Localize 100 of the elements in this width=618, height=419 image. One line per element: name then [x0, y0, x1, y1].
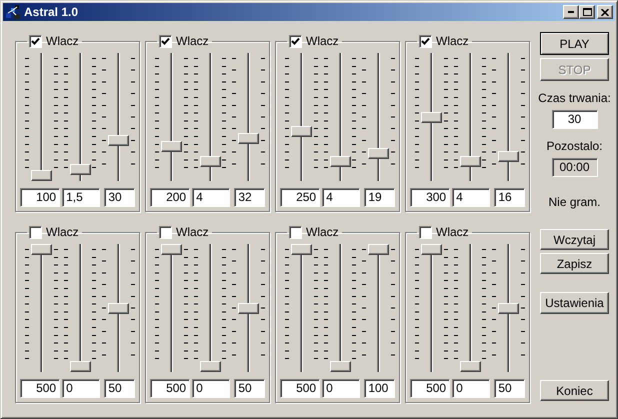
- input-field[interactable]: 100: [20, 188, 60, 207]
- settings-button[interactable]: Ustawienia: [540, 292, 609, 314]
- checkbox-label[interactable]: Wlacz: [46, 34, 79, 48]
- checkbox[interactable]: [159, 226, 172, 238]
- input-field[interactable]: 0: [322, 379, 360, 398]
- slider-thumb[interactable]: [498, 151, 520, 162]
- playback-button[interactable]: PLAY: [540, 32, 609, 55]
- file-button[interactable]: Zapisz: [540, 253, 609, 274]
- slider-thumb[interactable]: [238, 302, 260, 314]
- input-field[interactable]: 4: [322, 188, 360, 207]
- vertical-slider[interactable]: [25, 244, 58, 372]
- checkbox[interactable]: [289, 226, 302, 238]
- maximize-button[interactable]: [579, 5, 595, 19]
- vertical-slider[interactable]: [492, 53, 526, 181]
- slider-thumb[interactable]: [330, 156, 350, 167]
- file-button[interactable]: Wczytaj: [540, 229, 609, 250]
- duration-field[interactable]: 30: [552, 110, 598, 129]
- checkbox-label[interactable]: Wlacz: [306, 225, 339, 239]
- slider-thumb[interactable]: [498, 302, 520, 314]
- input-field[interactable]: 500: [150, 379, 190, 398]
- vertical-slider[interactable]: [324, 53, 356, 181]
- vertical-slider[interactable]: [285, 53, 318, 181]
- remaining-label: Pozostalo:: [546, 139, 603, 153]
- input-field[interactable]: 250: [280, 188, 320, 207]
- input-field[interactable]: 30: [104, 188, 135, 207]
- vertical-slider[interactable]: [102, 244, 136, 372]
- input-field[interactable]: 4: [452, 188, 490, 207]
- input-field[interactable]: 4: [192, 188, 230, 207]
- minimize-icon: [568, 11, 574, 13]
- input-field[interactable]: 50: [234, 379, 265, 398]
- slider-thumb[interactable]: [70, 361, 90, 372]
- checkbox[interactable]: [419, 226, 432, 238]
- input-field[interactable]: 500: [280, 379, 320, 398]
- checkbox-label[interactable]: Wlacz: [436, 225, 469, 239]
- slider-thumb[interactable]: [290, 244, 312, 255]
- vertical-slider[interactable]: [454, 53, 486, 181]
- vertical-slider[interactable]: [324, 244, 356, 372]
- input-field[interactable]: 0: [192, 379, 230, 398]
- vertical-slider[interactable]: [155, 244, 188, 372]
- vertical-slider[interactable]: [415, 53, 448, 181]
- checkbox[interactable]: [289, 34, 302, 48]
- slider-thumb[interactable]: [160, 244, 182, 255]
- slider-thumb[interactable]: [238, 132, 260, 144]
- input-field[interactable]: 300: [410, 188, 450, 207]
- vertical-slider[interactable]: [454, 244, 486, 372]
- checkbox[interactable]: [159, 34, 172, 48]
- checkbox-label[interactable]: Wlacz: [176, 225, 209, 239]
- input-field[interactable]: 1,5: [62, 188, 100, 207]
- slider-thumb[interactable]: [290, 126, 312, 138]
- vertical-slider[interactable]: [362, 244, 396, 372]
- checkbox-label[interactable]: Wlacz: [46, 225, 79, 239]
- slider-thumb[interactable]: [420, 112, 442, 122]
- vertical-slider[interactable]: [194, 244, 226, 372]
- slider-thumb[interactable]: [200, 156, 220, 167]
- slider-thumb[interactable]: [420, 244, 442, 255]
- minimize-button[interactable]: [563, 5, 579, 19]
- checkbox-label[interactable]: Wlacz: [436, 34, 469, 48]
- vertical-slider[interactable]: [362, 53, 396, 181]
- slider-thumb[interactable]: [330, 361, 350, 372]
- slider-thumb[interactable]: [460, 156, 480, 167]
- input-field[interactable]: 0: [62, 379, 100, 398]
- app-icon: [5, 4, 21, 20]
- vertical-slider[interactable]: [232, 53, 266, 181]
- input-field[interactable]: 500: [20, 379, 60, 398]
- slider-thumb[interactable]: [160, 140, 182, 152]
- input-field[interactable]: 50: [104, 379, 135, 398]
- input-field[interactable]: 19: [364, 188, 395, 207]
- checkbox[interactable]: [419, 34, 432, 48]
- slider-thumb[interactable]: [108, 302, 130, 314]
- vertical-slider[interactable]: [285, 244, 318, 372]
- checkbox-label[interactable]: Wlacz: [176, 34, 209, 48]
- vertical-slider[interactable]: [492, 244, 526, 372]
- vertical-slider[interactable]: [415, 244, 448, 372]
- slider-thumb[interactable]: [108, 134, 130, 146]
- checkbox[interactable]: [29, 34, 42, 48]
- checkbox[interactable]: [29, 226, 42, 238]
- vertical-slider[interactable]: [25, 53, 58, 181]
- input-field[interactable]: 0: [452, 379, 490, 398]
- slider-thumb[interactable]: [30, 170, 52, 181]
- slider-thumb[interactable]: [368, 148, 390, 159]
- vertical-slider[interactable]: [194, 53, 226, 181]
- close-button[interactable]: [597, 5, 613, 19]
- slider-thumb[interactable]: [368, 244, 390, 255]
- vertical-slider[interactable]: [155, 53, 188, 181]
- slider-thumb[interactable]: [460, 361, 480, 372]
- slider-thumb[interactable]: [200, 361, 220, 372]
- input-field[interactable]: 16: [494, 188, 525, 207]
- slider-thumb[interactable]: [30, 244, 52, 255]
- vertical-slider[interactable]: [64, 244, 96, 372]
- input-field[interactable]: 100: [364, 379, 395, 398]
- input-field[interactable]: 200: [150, 188, 190, 207]
- slider-thumb[interactable]: [70, 164, 90, 176]
- vertical-slider[interactable]: [64, 53, 96, 181]
- exit-button[interactable]: Koniec: [540, 380, 609, 401]
- vertical-slider[interactable]: [232, 244, 266, 372]
- vertical-slider[interactable]: [102, 53, 136, 181]
- input-field[interactable]: 32: [234, 188, 265, 207]
- input-field[interactable]: 50: [494, 379, 525, 398]
- checkbox-label[interactable]: Wlacz: [306, 34, 339, 48]
- input-field[interactable]: 500: [410, 379, 450, 398]
